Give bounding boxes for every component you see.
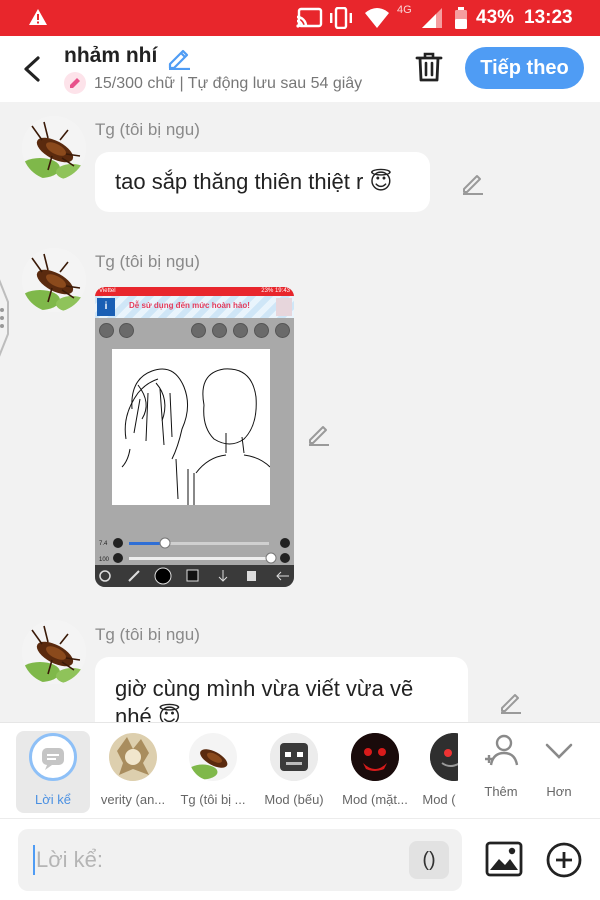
expand-button[interactable]: Hơn — [536, 731, 582, 799]
avatar — [109, 733, 157, 781]
image-bottom-tools — [95, 565, 294, 587]
participant-option[interactable]: Mod (bếu) — [257, 731, 331, 813]
cast-icon — [295, 7, 323, 34]
cockroach-avatar-image — [22, 116, 86, 180]
participant-label: Mod (mặt... — [342, 792, 408, 807]
avatar — [270, 733, 318, 781]
warning-icon — [28, 8, 48, 31]
banner-character-icon — [276, 298, 292, 316]
participant-label: Mod (bếu) — [264, 792, 324, 807]
clock: 13:23 — [524, 7, 573, 28]
image-slider-opacity-label: 100 — [99, 557, 110, 563]
chat-area[interactable]: Tg (tôi bị ngu) tao sắp thăng thiên thiệ… — [0, 102, 600, 722]
next-button[interactable]: Tiếp theo — [465, 47, 584, 89]
edit-message-icon[interactable] — [459, 169, 487, 197]
vibrate-icon — [328, 6, 354, 34]
chevron-down-icon — [545, 743, 573, 759]
participant-label: Lời kể — [35, 792, 71, 807]
image-icon — [485, 841, 523, 877]
sender-name: Tg (tôi bị ngu) — [95, 252, 200, 271]
ibis-logo-icon: i — [97, 298, 115, 316]
back-arrow-icon — [24, 56, 40, 82]
cockroach-avatar-image — [22, 620, 86, 684]
cockroach-avatar-image — [22, 248, 86, 312]
add-button[interactable] — [545, 841, 583, 879]
narration-input[interactable] — [18, 829, 462, 891]
story-title[interactable]: nhảm nhí — [64, 44, 157, 68]
image-carrier: Viettel — [99, 288, 116, 294]
participant-label: Mod ( — [422, 792, 456, 807]
pencil-badge-icon — [64, 72, 86, 94]
signal-icon — [420, 7, 444, 34]
avatar[interactable] — [22, 248, 86, 312]
participant-label: verity (an... — [100, 792, 166, 807]
network-type: 4G — [397, 4, 412, 16]
layer-tool-icon — [191, 323, 206, 338]
avatar — [351, 733, 399, 781]
image-slogan: Dễ sử dụng đến mức hoàn hảo! — [129, 301, 250, 310]
participant-option[interactable]: Mod (mặt... — [338, 731, 412, 813]
avatar[interactable] — [22, 620, 86, 684]
battery-percent: 43% — [476, 7, 515, 28]
avatar — [189, 733, 237, 781]
add-character-button[interactable]: Thêm — [476, 731, 526, 799]
edit-message-icon[interactable] — [305, 420, 333, 448]
status-bar: 4G 43% 13:23 — [0, 0, 600, 36]
participant-option[interactable]: Tg (tôi bị ... — [176, 731, 250, 813]
image-banner: i Dễ sử dụng đến mức hoàn hảo! — [95, 296, 294, 318]
wifi-icon — [364, 7, 390, 34]
image-status-bar: Viettel 23% 19:43 — [95, 287, 294, 296]
message-text: giờ cùng mình vừa viết vừa vẽ nhé 😇 — [115, 676, 414, 722]
header-bar: nhảm nhí 15/300 chữ | Tự động lưu sau 54… — [0, 36, 600, 102]
undo-icon — [99, 323, 114, 338]
avatar[interactable] — [22, 116, 86, 180]
add-user-icon — [485, 734, 519, 766]
save-tool-icon — [275, 323, 290, 338]
image-toolbar — [95, 320, 294, 340]
message-bubble[interactable]: tao sắp thăng thiên thiệt r 😇 — [95, 152, 430, 212]
message-bubble[interactable]: giờ cùng mình vừa viết vừa vẽ nhé 😇 — [95, 657, 468, 722]
pen-tool-icon — [254, 323, 269, 338]
message-text: tao sắp thăng thiên thiệt r 😇 — [115, 169, 393, 194]
message-image[interactable]: Viettel 23% 19:43 i Dễ sử dụng đến mức h… — [95, 287, 294, 587]
image-slider-size-label: 7.4 — [99, 541, 108, 547]
select-tool-icon — [212, 323, 227, 338]
word-count-autosave: 15/300 chữ | Tự động lưu sau 54 giây — [94, 75, 363, 92]
participant-label: Tg (tôi bị ... — [180, 792, 246, 807]
narrator-icon — [29, 733, 77, 781]
delete-button[interactable] — [414, 50, 444, 84]
avatar — [430, 733, 458, 781]
transform-tool-icon — [233, 323, 248, 338]
composer: () — [0, 818, 600, 900]
participant-option[interactable]: verity (an... — [96, 731, 170, 813]
sender-name: Tg (tôi bị ngu) — [95, 120, 200, 139]
expand-label: Hơn — [546, 784, 572, 799]
character-selector: Lời kể verity (an... Tg (tôi bị ... Mod … — [0, 722, 600, 818]
redo-icon — [119, 323, 134, 338]
image-status-info: 23% 19:43 — [261, 288, 290, 294]
insert-image-button[interactable] — [484, 839, 524, 879]
text-caret — [33, 845, 35, 875]
side-drawer-handle[interactable] — [0, 272, 12, 364]
edit-message-icon[interactable] — [497, 688, 525, 716]
plus-circle-icon — [546, 842, 582, 878]
parenthesis-button[interactable]: () — [409, 841, 449, 879]
sketch-drawing — [121, 368, 271, 505]
add-character-label: Thêm — [484, 784, 518, 799]
back-button[interactable] — [18, 52, 48, 86]
battery-icon — [454, 7, 468, 34]
sender-name: Tg (tôi bị ngu) — [95, 625, 200, 644]
edit-title-icon[interactable] — [166, 44, 192, 75]
drawing-canvas — [112, 349, 271, 505]
trash-icon — [415, 52, 443, 82]
narrator-option[interactable]: Lời kể — [16, 731, 90, 813]
participant-option[interactable]: Mod ( — [418, 731, 458, 813]
